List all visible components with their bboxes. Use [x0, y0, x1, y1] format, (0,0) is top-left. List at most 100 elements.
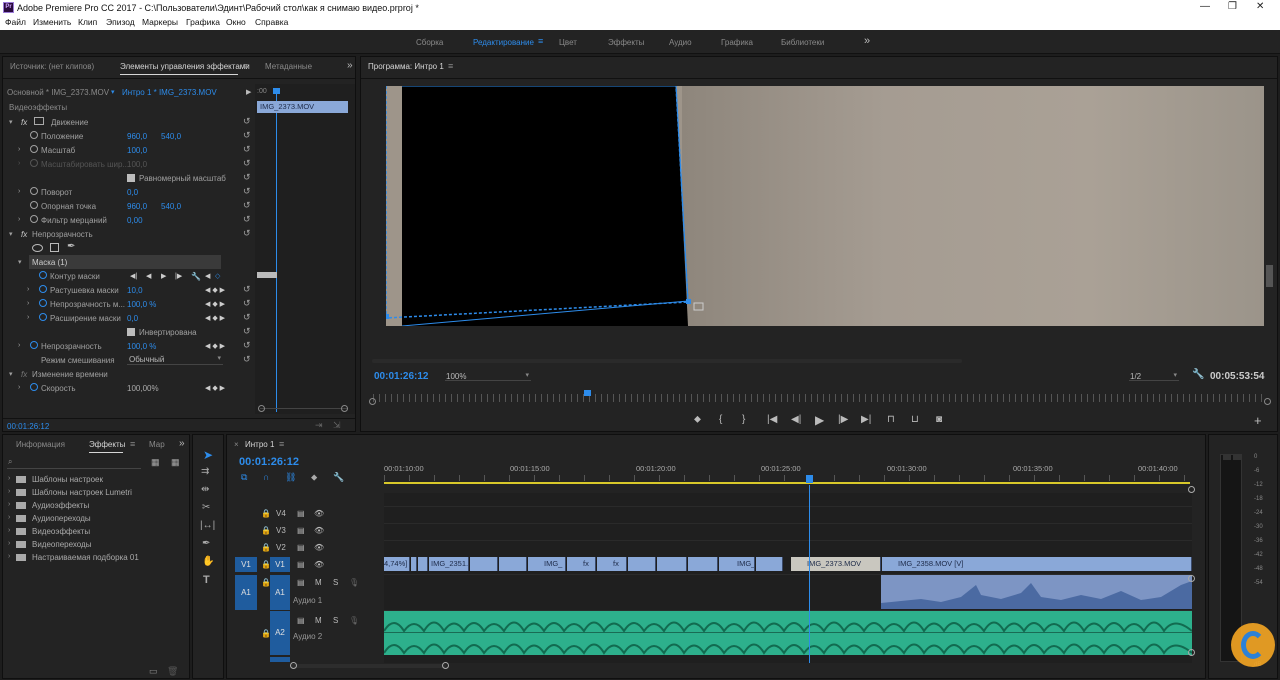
- eye-icon[interactable]: 👁: [314, 509, 324, 518]
- mask-row[interactable]: Маска (1): [29, 255, 221, 269]
- ripple-edit-tool-icon[interactable]: ⇹: [201, 484, 209, 495]
- video-clip[interactable]: [628, 557, 656, 571]
- lock-icon[interactable]: 🔒: [261, 509, 271, 518]
- menu-clip[interactable]: Клип: [78, 17, 97, 27]
- video-clip[interactable]: [411, 557, 417, 571]
- slip-tool-icon[interactable]: |↔|: [200, 520, 215, 531]
- reset-icon[interactable]: ↺: [243, 340, 251, 351]
- stopwatch-icon[interactable]: [30, 201, 38, 209]
- reset-icon[interactable]: ↺: [243, 312, 251, 323]
- keyframe-nav-icon[interactable]: ◀ ◆ ▶: [205, 314, 225, 322]
- linked-selection-icon[interactable]: ⛓: [285, 472, 296, 483]
- workspace-color[interactable]: Цвет: [559, 38, 577, 47]
- effect-time-remapping[interactable]: ▾ fx Изменение времени: [3, 367, 258, 381]
- lock-icon[interactable]: 🔒: [261, 526, 271, 535]
- sync-lock-icon[interactable]: ▤: [297, 526, 305, 535]
- delete-icon[interactable]: 🗑: [167, 666, 178, 677]
- video-clip[interactable]: [499, 557, 527, 571]
- expand-icon[interactable]: ›: [8, 553, 10, 560]
- menu-edit[interactable]: Изменить: [33, 17, 71, 27]
- program-timecode[interactable]: 00:01:26:12: [374, 371, 428, 382]
- more-tabs-icon[interactable]: »: [179, 438, 185, 449]
- reset-icon[interactable]: ↺: [243, 116, 251, 127]
- mask-feather-handle[interactable]: [693, 302, 704, 311]
- audio-clip-a1[interactable]: [881, 575, 1192, 609]
- minimize-icon[interactable]: —: [1200, 1, 1210, 12]
- add-marker-icon[interactable]: ⬥: [694, 414, 701, 425]
- tab-info[interactable]: Информация: [16, 440, 65, 449]
- video-clip[interactable]: IMG_2358.MOV [V]: [882, 557, 1192, 571]
- stopwatch-icon[interactable]: [39, 271, 47, 279]
- expand-icon[interactable]: ›: [27, 314, 29, 321]
- collapse-icon[interactable]: ▾: [9, 118, 13, 126]
- track-backward-icon[interactable]: ◀|: [130, 272, 137, 280]
- step-forward-icon[interactable]: |▶: [838, 414, 848, 425]
- expand-icon[interactable]: ›: [18, 384, 20, 391]
- menu-markers[interactable]: Маркеры: [142, 17, 178, 27]
- sync-lock-icon[interactable]: ▤: [297, 543, 305, 552]
- stopwatch-icon[interactable]: [30, 215, 38, 223]
- ellipse-mask-icon[interactable]: [32, 244, 43, 252]
- video-clip-selected[interactable]: IMG_2373.MOV: [791, 557, 881, 571]
- video-clip[interactable]: [418, 557, 428, 571]
- effect-opacity[interactable]: ▾ fx Непрозрачность ↺: [3, 227, 258, 241]
- track-area[interactable]: 4,74%] IMG_2351.M IMG_ fx fx IMG_ IMG_23…: [384, 485, 1192, 663]
- solo-button[interactable]: S: [333, 616, 338, 625]
- video-clip[interactable]: [657, 557, 687, 571]
- collapse-icon[interactable]: ▾: [9, 230, 13, 238]
- keyframe-nav-icon[interactable]: ◀ ◆ ▶: [205, 342, 225, 350]
- anchor-x-value[interactable]: 960,0: [127, 202, 147, 211]
- master-clip-label[interactable]: Основной * IMG_2373.MOV: [7, 88, 109, 97]
- sync-lock-icon[interactable]: ▤: [297, 616, 305, 625]
- panel-menu-icon[interactable]: ≡: [243, 61, 248, 71]
- program-playhead[interactable]: [584, 390, 591, 396]
- video-clip[interactable]: fx: [567, 557, 596, 571]
- workspace-graphics[interactable]: Графика: [721, 38, 753, 47]
- expand-icon[interactable]: ›: [8, 475, 10, 482]
- maximize-icon[interactable]: ❐: [1228, 1, 1237, 12]
- settings-wrench-icon[interactable]: 🔧: [1192, 369, 1204, 380]
- list-item[interactable]: › Видеоэффекты: [7, 527, 187, 540]
- monitor-scrollbar[interactable]: [1266, 265, 1273, 287]
- mask-vertex[interactable]: [386, 314, 389, 319]
- anchor-y-value[interactable]: 540,0: [161, 202, 181, 211]
- stopwatch-icon[interactable]: [39, 285, 47, 293]
- flicker-value[interactable]: 0,00: [127, 216, 143, 225]
- eye-icon[interactable]: 👁: [314, 526, 324, 535]
- accelerated-effects-icon[interactable]: ▦: [151, 457, 160, 468]
- tab-effects[interactable]: Эффекты: [89, 440, 125, 449]
- stopwatch-icon[interactable]: [30, 187, 38, 195]
- button-editor-icon[interactable]: +: [1254, 413, 1262, 428]
- microphone-icon[interactable]: 🎙: [349, 616, 359, 625]
- expand-icon[interactable]: ›: [18, 216, 20, 223]
- track-prev-frame-icon[interactable]: ◀: [146, 272, 151, 280]
- panel-menu-icon[interactable]: ≡: [130, 439, 135, 449]
- add-marker-icon[interactable]: ⬥: [311, 472, 317, 483]
- video-clip[interactable]: fx: [597, 557, 627, 571]
- stopwatch-icon[interactable]: [30, 131, 38, 139]
- more-tabs-icon[interactable]: »: [347, 60, 353, 71]
- reset-icon[interactable]: ↺: [243, 186, 251, 197]
- panel-menu-icon[interactable]: ≡: [448, 61, 453, 71]
- scroll-handle[interactable]: [1188, 486, 1195, 493]
- reset-icon[interactable]: ↺: [243, 228, 251, 239]
- sequence-clip-label[interactable]: Интро 1 * IMG_2373.MOV: [122, 88, 217, 97]
- video-clip[interactable]: [688, 557, 718, 571]
- reset-icon[interactable]: ↺: [243, 172, 251, 183]
- new-bin-icon[interactable]: ▭: [149, 666, 158, 677]
- menu-window[interactable]: Окно: [226, 17, 246, 27]
- fx-icon[interactable]: fx: [21, 230, 27, 239]
- position-x-value[interactable]: 960,0: [127, 132, 147, 141]
- tab-source[interactable]: Источник: (нет клипов): [10, 62, 94, 71]
- workspace-libraries[interactable]: Библиотеки: [781, 38, 824, 47]
- mark-out-icon[interactable]: }: [742, 414, 745, 425]
- reset-icon[interactable]: ↺: [243, 326, 251, 337]
- mini-zoom-end-handle[interactable]: [341, 405, 348, 412]
- nest-icon[interactable]: ⧉: [241, 472, 247, 483]
- sync-lock-icon[interactable]: ▤: [297, 560, 305, 569]
- track-target-a1[interactable]: A1: [270, 575, 290, 610]
- mini-clip-bar[interactable]: IMG_2373.MOV: [257, 101, 348, 113]
- keyframe-nav-icon[interactable]: ◀ ◆ ▶: [205, 286, 225, 294]
- mask-expansion-value[interactable]: 0,0: [127, 314, 138, 323]
- collapse-icon[interactable]: ▾: [9, 370, 13, 378]
